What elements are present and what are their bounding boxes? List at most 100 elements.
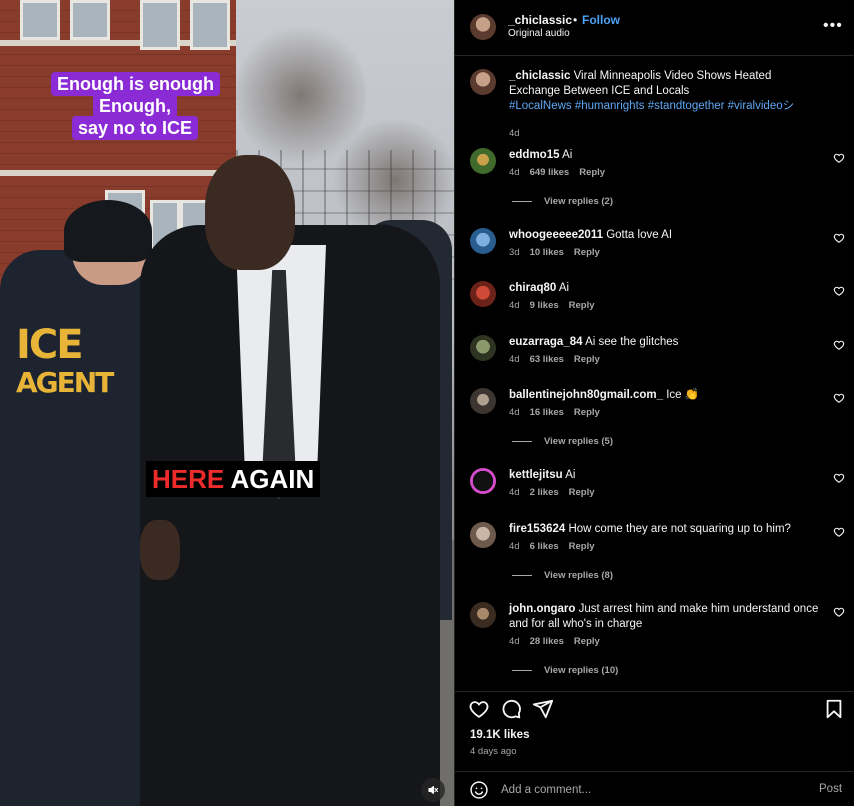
reply-button[interactable]: Reply [574,354,600,365]
view-replies-label: View replies (10) [544,665,619,676]
follow-button[interactable]: Follow [582,13,620,27]
post-age: 4d [509,128,520,139]
avatar[interactable] [470,148,496,174]
avatar[interactable] [470,335,496,361]
muted-speaker-icon [428,785,439,795]
subtitle-white-word: AGAIN [230,464,315,494]
comment-icon[interactable] [500,698,522,720]
reply-button[interactable]: Reply [569,541,595,552]
comment-username[interactable]: john.ongaro [509,603,575,615]
avatar[interactable] [470,281,496,307]
comment-like-count[interactable]: 2 likes [530,487,559,498]
audio-label[interactable]: Original audio [508,28,570,39]
comment-username[interactable]: whoogeeeee2011 [509,229,603,241]
heart-icon[interactable] [468,698,490,720]
avatar[interactable] [470,69,496,95]
view-replies-label: View replies (5) [544,436,613,447]
comment-username[interactable]: kettlejitsu [509,469,563,481]
avatar[interactable] [470,522,496,548]
more-options-icon[interactable]: ••• [823,17,843,35]
comment-username[interactable]: chiraq80 [509,282,556,294]
caption-username[interactable]: _chiclassic [509,70,570,82]
heart-icon[interactable] [833,339,845,351]
reply-button[interactable]: Reply [579,167,605,178]
post-comment-button[interactable]: Post [819,783,842,795]
beanie [64,200,152,262]
comment-like-count[interactable]: 10 likes [530,247,564,258]
comment-input[interactable] [501,781,801,799]
share-icon[interactable] [532,698,554,720]
comment-like-count[interactable]: 16 likes [530,407,564,418]
caption-line: say no to ICE [71,116,199,140]
heart-icon[interactable] [833,285,845,297]
comment-age: 4d [509,354,520,365]
reply-button[interactable]: Reply [574,247,600,258]
reply-button[interactable]: Reply [569,487,595,498]
vest-label-agent: AGENT [16,366,114,399]
heart-icon[interactable] [833,392,845,404]
comment-like-count[interactable]: 6 likes [530,541,559,552]
comment-age: 4d [509,541,520,552]
bookmark-icon[interactable] [823,698,845,720]
man-head [205,155,295,270]
video-player[interactable]: ICE AGENT Enough is enough Enough, say n… [0,0,454,806]
view-replies-button[interactable]: View replies (8) [512,570,613,581]
video-caption-sticker: Enough is enough Enough, say no to ICE [51,72,220,140]
heart-icon[interactable] [833,152,845,164]
view-replies-button[interactable]: View replies (2) [512,196,613,207]
comment-username[interactable]: eddmo15 [509,149,560,161]
view-replies-button[interactable]: View replies (10) [512,665,618,676]
comment-age: 4d [509,167,520,178]
video-subtitle: HERE AGAIN [146,461,321,497]
comment-username[interactable]: fire153624 [509,523,565,535]
subtitle-red-word: HERE [152,464,225,494]
comment-text: Ai [565,469,576,481]
avatar[interactable] [470,14,496,40]
comment-like-count[interactable]: 63 likes [530,354,564,365]
separator-dot: • [573,13,578,27]
reply-button[interactable]: Reply [574,407,600,418]
author-username[interactable]: _chiclassic [508,13,572,27]
comment-age: 4d [509,407,520,418]
heart-icon[interactable] [833,526,845,538]
comment-composer: Post [455,771,854,806]
heart-icon[interactable] [833,232,845,244]
post-side-panel: _chiclassic • Follow Original audio ••• … [454,0,854,806]
comment-text: Ai see the glitches [585,336,679,348]
view-replies-label: View replies (2) [544,196,613,207]
vest-label-ice: ICE [16,322,84,368]
comment-like-count[interactable]: 28 likes [530,636,564,647]
comment-like-count[interactable]: 649 likes [530,167,570,178]
reply-button[interactable]: Reply [574,636,600,647]
comments-list[interactable]: _chiclassic Viral Minneapolis Video Show… [455,57,854,691]
like-count[interactable]: 19.1K likes [470,729,529,741]
post-header: _chiclassic • Follow Original audio ••• [455,0,854,56]
mute-button[interactable] [421,778,445,802]
heart-icon[interactable] [833,606,845,618]
comment-age: 4d [509,487,520,498]
caption-line: Enough, [93,94,177,118]
comment-text: How come they are not squaring up to him… [568,523,791,535]
comment-username[interactable]: ballentinejohn80gmail.com_ [509,389,663,401]
comment-text: Ai [562,149,573,161]
comment-text: Ai [558,282,570,294]
comment-like-count[interactable]: 9 likes [530,300,559,311]
view-replies-button[interactable]: View replies (5) [512,436,613,447]
caption-line: Enough is enough [51,72,220,96]
reply-button[interactable]: Reply [569,300,595,311]
comment-text: Gotta love AI [606,229,673,241]
heart-icon[interactable] [833,472,845,484]
view-replies-label: View replies (8) [544,570,613,581]
emoji-icon[interactable] [469,780,489,800]
avatar[interactable] [470,388,496,414]
avatar[interactable] [470,602,496,628]
avatar[interactable] [470,228,496,254]
action-bar: 19.1K likes 4 days ago [455,691,854,771]
avatar[interactable] [470,468,496,494]
comment-age: 4d [509,636,520,647]
caption-hashtags[interactable]: #LocalNews #humanrights #standtogether #… [509,100,794,112]
comment-username[interactable]: euzarraga_84 [509,336,583,348]
comment-text: Ice 👏 [666,389,700,401]
post-date: 4 days ago [470,746,517,757]
comment-age: 4d [509,300,520,311]
